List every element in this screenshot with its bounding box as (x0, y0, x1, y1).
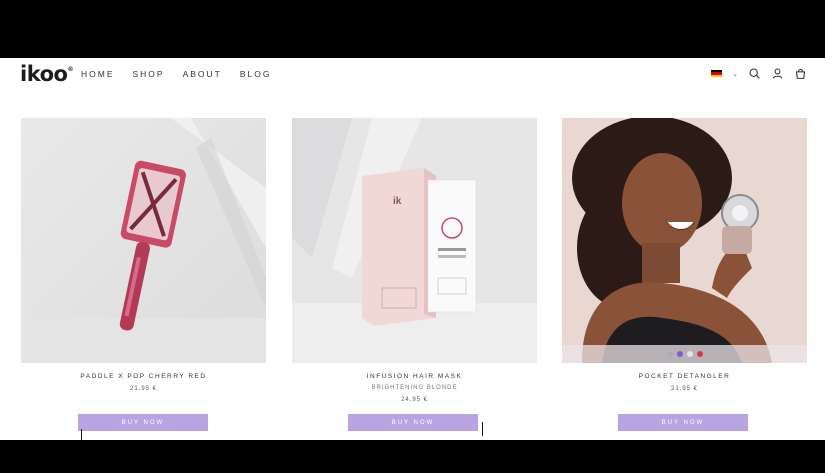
color-swatches (562, 345, 807, 363)
hair-mask-box-image: ik (292, 118, 537, 363)
site-header: ikoo® HOME SHOP ABOUT BLOG ⌄ (0, 58, 825, 92)
logo-mark: ® (67, 66, 73, 73)
search-icon[interactable] (748, 67, 761, 80)
nav-home[interactable]: HOME (81, 69, 115, 79)
product-price: 21,95 € (129, 386, 158, 392)
nav-shop[interactable]: SHOP (133, 69, 165, 79)
svg-text:ik: ik (393, 196, 402, 207)
text-cursor (482, 422, 483, 436)
product-title[interactable]: PADDLE X POP CHERRY RED (21, 373, 266, 380)
product-title[interactable]: POCKET DETANGLER (562, 373, 807, 380)
buy-now-button[interactable]: BUY NOW (348, 414, 478, 431)
model-with-brush-image (562, 118, 807, 363)
nav-about[interactable]: ABOUT (183, 69, 222, 79)
product-image-paddle[interactable] (21, 118, 266, 363)
product-image-hair-mask[interactable]: ik (292, 118, 537, 363)
de-flag-icon[interactable] (711, 70, 723, 77)
product-price: 24,95 € (400, 397, 429, 403)
buy-now-button[interactable]: BUY NOW (78, 414, 208, 431)
chevron-down-icon[interactable]: ⌄ (732, 70, 738, 78)
nav-blog[interactable]: BLOG (240, 69, 272, 79)
swatch-grey[interactable] (666, 351, 673, 357)
swatch-purple[interactable] (676, 351, 683, 357)
product-card-pocket[interactable]: POCKET DETANGLER 21,95 € BUY NOW (562, 118, 807, 431)
product-subtitle: BRIGHTENING BLONDE (371, 385, 458, 391)
swatch-red[interactable] (696, 351, 703, 357)
shop-page: ikoo® HOME SHOP ABOUT BLOG ⌄ PADDLE X PO… (0, 58, 825, 440)
bag-icon[interactable] (794, 67, 807, 80)
swatch-white[interactable] (686, 351, 693, 357)
user-icon[interactable] (771, 67, 784, 80)
product-title[interactable]: INFUSION HAIR MASK (292, 373, 537, 380)
logo-text: ikoo (20, 62, 68, 86)
buy-now-button[interactable]: BUY NOW (618, 414, 748, 431)
product-card-paddle[interactable]: PADDLE X POP CHERRY RED 21,95 € BUY NOW (21, 118, 266, 431)
main-nav: HOME SHOP ABOUT BLOG (81, 69, 290, 79)
text-cursor-left (81, 429, 82, 440)
product-price: 21,95 € (670, 386, 699, 392)
product-image-pocket[interactable] (562, 118, 807, 363)
paddle-brush-image (21, 118, 266, 363)
header-actions: ⌄ (711, 67, 807, 80)
product-card-hair-mask[interactable]: ik INFUSION HAIR MASK BRIGHTENING BLONDE… (292, 118, 537, 431)
ikoo-logo[interactable]: ikoo® (20, 62, 73, 86)
